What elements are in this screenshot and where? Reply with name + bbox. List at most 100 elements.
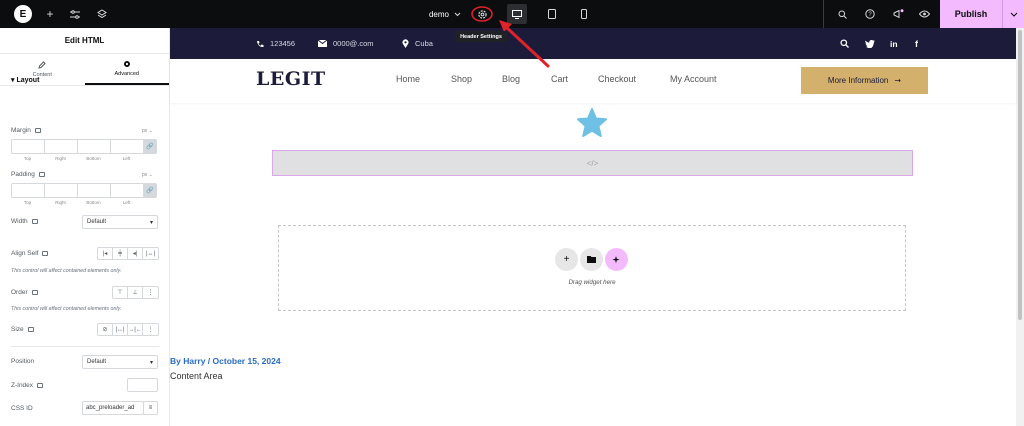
margin-unit: px	[142, 128, 148, 134]
more-information-label: More Information	[827, 76, 889, 85]
align-center-icon[interactable]: ┿	[113, 248, 128, 259]
nav-home[interactable]: Home	[396, 74, 420, 84]
size-none-icon[interactable]: ⊘	[98, 324, 113, 335]
css-id-input[interactable]: abc_preloader_ad	[82, 401, 144, 415]
linkedin-icon[interactable]: in	[890, 28, 898, 59]
css-id-label: CSS ID	[11, 405, 33, 412]
nav-my-account[interactable]: My Account	[670, 74, 717, 84]
whats-new-megaphone-icon[interactable]	[889, 0, 907, 28]
dynamic-tags-icon[interactable]: ≡	[143, 401, 158, 415]
padding-unit-select[interactable]: px ⌄	[142, 172, 153, 178]
nav-shop[interactable]: Shop	[451, 74, 472, 84]
css-id-label-text: CSS ID	[11, 405, 33, 412]
desktop-device-icon	[31, 219, 38, 224]
align-start-icon[interactable]: |◂	[98, 248, 113, 259]
add-element-icon[interactable]: +	[42, 0, 58, 28]
order-first-icon[interactable]: ⊤	[113, 287, 128, 298]
padding-label-text: Padding	[11, 171, 35, 178]
mobile-view-icon[interactable]	[575, 0, 593, 28]
margin-bottom-input[interactable]	[78, 140, 111, 153]
tablet-view-icon[interactable]	[543, 0, 561, 28]
chevron-down-icon: ▾	[149, 359, 153, 366]
margin-top-input[interactable]	[12, 140, 45, 153]
site-logo[interactable]: LEGIT	[256, 68, 326, 90]
padding-left-input[interactable]	[111, 184, 144, 197]
padding-inputs	[11, 183, 145, 198]
align-self-buttons: |◂ ┿ ◂| |↔|	[97, 247, 159, 260]
phone-text: 123456	[270, 39, 296, 48]
margin-link-icon[interactable]: 🔗	[143, 139, 157, 154]
ai-sparkle-icon[interactable]	[605, 248, 628, 271]
margin-inputs	[11, 139, 145, 154]
topbar-divider	[823, 0, 824, 28]
map-pin-icon	[402, 39, 409, 48]
padding-right-input[interactable]	[45, 184, 78, 197]
gear-icon	[123, 61, 130, 67]
nav-cart[interactable]: Cart	[551, 74, 568, 84]
more-information-button[interactable]: More Information ➞	[801, 67, 928, 94]
email-text: 0000@.com	[333, 39, 374, 48]
phone-icon	[257, 40, 264, 47]
layout-section-toggle[interactable]: ▾ Layout	[11, 76, 39, 84]
desktop-device-icon	[27, 327, 34, 332]
twitter-icon[interactable]	[865, 28, 875, 59]
align-end-icon[interactable]: ◂|	[128, 248, 143, 259]
align-self-label-text: Align Self	[11, 250, 39, 257]
html-widget-placeholder[interactable]: </>	[272, 150, 913, 176]
preview-eye-icon[interactable]	[915, 0, 933, 28]
position-label-text: Position	[11, 358, 35, 365]
padding-link-icon[interactable]: 🔗	[143, 183, 157, 198]
facebook-icon[interactable]: f	[915, 28, 918, 59]
search-icon[interactable]	[833, 0, 851, 28]
template-library-folder-icon[interactable]	[580, 248, 603, 271]
order-last-icon[interactable]: ⊥	[128, 287, 143, 298]
location-item: Cuba	[402, 28, 433, 59]
post-meta[interactable]: By Harry / October 15, 2024	[170, 356, 281, 366]
padding-bottom-input[interactable]	[78, 184, 111, 197]
publish-button[interactable]: Publish	[940, 0, 1002, 28]
z-index-label: Z-Index	[11, 382, 44, 389]
nav-blog[interactable]: Blog	[502, 74, 520, 84]
align-stretch-icon[interactable]: |↔|	[143, 248, 158, 259]
nav-checkout[interactable]: Checkout	[598, 74, 636, 84]
code-icon: </>	[586, 158, 599, 168]
position-label: Position	[11, 358, 34, 365]
size-more-icon[interactable]: ⋮	[143, 324, 158, 335]
site-search-icon[interactable]	[840, 28, 849, 59]
padding-bottom-label: Bottom	[86, 200, 101, 205]
desktop-view-icon[interactable]	[507, 4, 527, 24]
canvas-scrollbar-thumb[interactable]	[1018, 30, 1022, 320]
content-area-text: Content Area	[170, 371, 223, 381]
tab-advanced[interactable]: Advanced	[84, 54, 169, 85]
margin-label: Margin	[11, 127, 41, 134]
padding-unit: px	[142, 172, 148, 178]
help-icon[interactable]: ?	[861, 0, 879, 28]
margin-right-input[interactable]	[45, 140, 78, 153]
publish-options-chevron-icon[interactable]	[1002, 0, 1024, 28]
desktop-device-icon	[37, 383, 44, 388]
elementor-logo-icon[interactable]: E	[14, 5, 32, 23]
margin-right-label: Right	[55, 156, 66, 161]
size-grow-icon[interactable]: |↔|	[113, 324, 128, 335]
padding-top-input[interactable]	[12, 184, 45, 197]
z-index-input[interactable]	[127, 378, 158, 392]
order-more-icon[interactable]: ⋮	[143, 287, 158, 298]
page-settings-gear-icon[interactable]	[473, 0, 491, 28]
add-section-plus-icon[interactable]: +	[555, 248, 578, 271]
site-top-info-bar: 123456 0000@.com Cuba in f	[170, 28, 1016, 59]
position-select[interactable]: Default ▾	[82, 355, 158, 369]
margin-left-input[interactable]	[111, 140, 144, 153]
phone-item: 123456	[256, 28, 295, 59]
pencil-icon	[38, 61, 46, 69]
site-settings-icon[interactable]	[67, 0, 83, 28]
margin-unit-select[interactable]: px ⌄	[142, 128, 153, 134]
margin-left-label: Left	[122, 156, 131, 161]
tab-advanced-label: Advanced	[114, 71, 139, 77]
width-select[interactable]: Default ▾	[82, 215, 158, 229]
page-name-dropdown[interactable]: demo	[425, 0, 465, 28]
header-settings-tooltip: Header Settings	[455, 31, 507, 42]
size-shrink-icon[interactable]: →|←	[128, 324, 143, 335]
z-index-label-text: Z-Index	[11, 382, 34, 389]
panel-title: Edit HTML	[0, 28, 169, 54]
structure-layers-icon[interactable]	[94, 0, 110, 28]
